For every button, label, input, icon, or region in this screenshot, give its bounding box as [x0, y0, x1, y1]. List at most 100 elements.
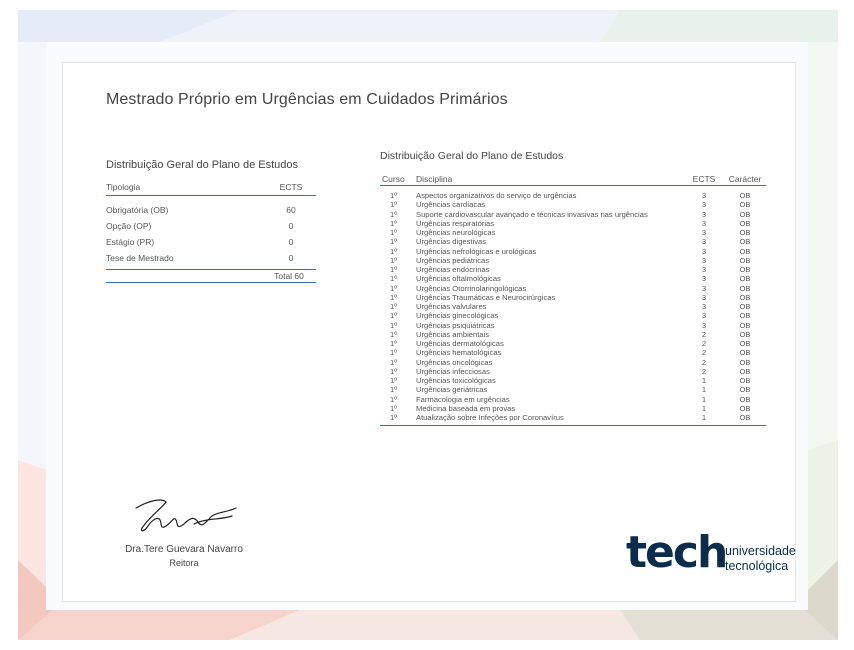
course-cell-disciplina: Urgências oftalmológicas: [416, 274, 501, 284]
course-cell-curso: 1º: [390, 413, 397, 423]
course-cell-disciplina: Urgências dermatológicas: [416, 339, 504, 349]
course-cell-disciplina: Urgências respiratórias: [416, 218, 495, 228]
course-cell-ects: 3: [701, 311, 707, 321]
courses-header: Curso Disciplina ECTS Carácter: [380, 172, 766, 186]
course-cell-caracter: OB: [739, 200, 751, 210]
course-cell-curso: 1º: [390, 329, 397, 339]
course-row: 1º Urgências hematológicas 2 OB: [380, 348, 766, 357]
course-cell-curso: 1º: [390, 246, 397, 256]
course-cell-caracter: OB: [739, 237, 751, 247]
course-cell-caracter: OB: [739, 376, 751, 386]
course-cell-disciplina: Urgências valvulares: [416, 302, 487, 312]
course-cell-disciplina: Urgências neurológicas: [416, 228, 496, 238]
course-cell-disciplina: Urgências Otorrinolaringológicas: [416, 283, 527, 293]
course-cell-caracter: OB: [739, 339, 751, 349]
course-cell-ects: 1: [701, 403, 707, 413]
course-cell-disciplina: Urgências digestivas: [416, 237, 487, 247]
course-cell-ects: 1: [701, 394, 707, 404]
course-cell-ects: 3: [701, 200, 707, 210]
course-cell-ects: 3: [701, 237, 707, 247]
course-cell-ects: 2: [701, 357, 707, 367]
course-row: 1º Urgências oncológicas 2 OB: [380, 358, 766, 367]
course-row: 1º Urgências cardíacas 3 OB: [380, 200, 766, 209]
course-cell-caracter: OB: [739, 292, 751, 302]
summary-cell-ects: 60: [286, 205, 296, 215]
course-cell-ects: 1: [701, 385, 707, 395]
course-cell-ects: 3: [701, 292, 707, 302]
course-cell-caracter: OB: [739, 209, 751, 219]
courses-col-disciplina: Disciplina: [416, 173, 453, 184]
course-row: 1º Urgências ginecológicas 3 OB: [380, 311, 766, 320]
course-cell-caracter: OB: [739, 265, 751, 275]
course-cell-caracter: OB: [739, 320, 751, 330]
summary-cell-ects: 0: [288, 237, 294, 247]
course-cell-curso: 1º: [390, 218, 397, 228]
course-cell-disciplina: Suporte cardiovascular avançado e técnic…: [416, 209, 648, 219]
course-cell-caracter: OB: [739, 246, 751, 256]
course-cell-ects: 3: [701, 255, 707, 265]
page-title: Mestrado Próprio em Urgências em Cuidado…: [106, 91, 508, 108]
summary-row: Tese de Mestrado 0: [106, 250, 316, 266]
course-row: 1º Farmacologia em urgências 1 OB: [380, 395, 766, 404]
course-cell-disciplina: Urgências endócrinas: [416, 265, 490, 275]
course-cell-disciplina: Urgências cardíacas: [416, 200, 486, 210]
course-cell-disciplina: Urgências ambientais: [416, 329, 490, 339]
signature-image: [132, 494, 252, 549]
course-cell-curso: 1º: [390, 385, 397, 395]
course-row: 1º Atualização sobre Infeções por Coronav…: [380, 413, 766, 422]
course-cell-ects: 3: [701, 302, 707, 312]
course-cell-ects: 3: [701, 228, 707, 238]
summary-title: Distribuição Geral do Plano de Estudos: [106, 159, 298, 171]
course-cell-ects: 3: [701, 218, 707, 228]
course-cell-ects: 2: [701, 339, 707, 349]
course-cell-caracter: OB: [739, 413, 751, 423]
signatory-name: Dra.Tere Guevara Navarro: [125, 544, 243, 555]
course-cell-caracter: OB: [739, 283, 751, 293]
course-cell-caracter: OB: [739, 274, 751, 284]
summary-table: Tipologia ECTS Obrigatória (OB) 60 Opção (…: [106, 182, 316, 283]
course-cell-curso: 1º: [390, 366, 397, 376]
courses-table: Curso Disciplina ECTS Carácter 1º Aspecto…: [380, 172, 766, 427]
summary-row: Opção (OP) 0: [106, 218, 316, 234]
course-cell-curso: 1º: [390, 339, 397, 349]
course-cell-disciplina: Farmacologia em urgências: [416, 394, 510, 404]
course-cell-curso: 1º: [390, 191, 397, 201]
course-cell-ects: 2: [701, 348, 707, 358]
course-cell-caracter: OB: [739, 218, 751, 228]
summary-col-ects: ECTS: [279, 182, 303, 192]
course-cell-ects: 1: [701, 376, 707, 386]
summary-rows: Obrigatória (OB) 60 Opção (OP) 0 Estágio (PR…: [106, 196, 316, 266]
course-cell-disciplina: Aspectos organizativos do serviço de urg…: [416, 191, 577, 201]
summary-cell-ects: 0: [288, 221, 294, 231]
course-cell-caracter: OB: [739, 385, 751, 395]
course-cell-curso: 1º: [390, 357, 397, 367]
course-cell-disciplina: Atualização sobre Infeções por Coronavír…: [416, 413, 564, 423]
courses-title: Distribuição Geral do Plano de Estudos: [380, 150, 564, 162]
courses-col-ects: ECTS: [692, 173, 716, 184]
summary-header: Tipologia ECTS: [106, 182, 316, 196]
course-cell-curso: 1º: [390, 376, 397, 386]
course-cell-curso: 1º: [390, 403, 397, 413]
course-cell-curso: 1º: [390, 265, 397, 275]
course-cell-curso: 1º: [390, 311, 397, 321]
course-row: 1º Urgências respiratórias 3 OB: [380, 219, 766, 228]
course-row: 1º Urgências neurológicas 3 OB: [380, 228, 766, 237]
course-cell-disciplina: Urgências geriátricas: [416, 385, 488, 395]
course-row: 1º Urgências Traumáticas e Neurocirúrgica…: [380, 293, 766, 302]
course-row: 1º Suporte cardiovascular avançado e técn…: [380, 210, 766, 219]
course-cell-disciplina: Urgências nefrológicas e urológicas: [416, 246, 537, 256]
course-row: 1º Urgências infecciosas 2 OB: [380, 367, 766, 376]
course-cell-curso: 1º: [390, 209, 397, 219]
courses-col-curso: Curso: [382, 173, 405, 184]
summary-col-tipologia: Tipologia: [106, 182, 141, 192]
course-cell-disciplina: Urgências pediátricas: [416, 255, 490, 265]
summary-total-row: Total 60: [106, 269, 316, 283]
course-cell-curso: 1º: [390, 274, 397, 284]
course-row: 1º Urgências toxicológicas 1 OB: [380, 376, 766, 385]
course-cell-disciplina: Urgências toxicológicas: [416, 376, 496, 386]
course-cell-disciplina: Medicina baseada em provas: [416, 403, 516, 413]
course-row: 1º Aspectos organizativos do serviço de u…: [380, 191, 766, 200]
course-cell-ects: 2: [701, 329, 707, 339]
summary-cell-tipologia: Obrigatória (OB): [106, 205, 169, 215]
course-cell-curso: 1º: [390, 237, 397, 247]
